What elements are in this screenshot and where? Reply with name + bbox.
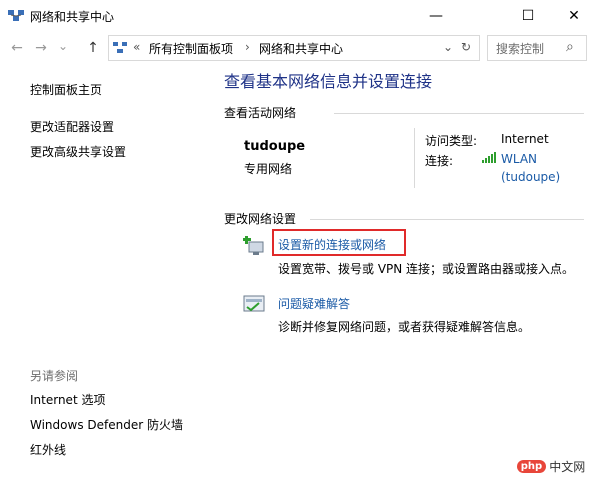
search-icon[interactable]: ⌕	[566, 39, 574, 55]
title-bar: 网络和共享中心 — ☐ ✕	[0, 0, 597, 31]
watermark: php 中文网	[505, 454, 597, 478]
sidebar-item-change-adapter-settings[interactable]: 更改适配器设置	[30, 118, 114, 135]
wifi-signal-icon	[482, 152, 496, 163]
search-input[interactable]: 搜索控制	[496, 40, 544, 57]
minimize-button[interactable]: —	[413, 0, 459, 31]
watermark-text: 中文网	[549, 459, 586, 474]
address-bar[interactable]: « 所有控制面板项 › 网络和共享中心 ⌄ ↻	[108, 35, 480, 61]
troubleshoot-icon	[243, 295, 265, 312]
access-type-label: 访问类型:	[425, 134, 478, 148]
access-type-value: Internet	[501, 132, 549, 146]
network-sharing-center-icon	[113, 42, 127, 53]
window-title: 网络和共享中心	[30, 10, 115, 24]
maximize-button[interactable]: ☐	[505, 0, 551, 31]
search-box[interactable]: 搜索控制 ⌕	[487, 35, 587, 61]
see-also-title: 另请参阅	[30, 369, 79, 383]
recent-locations-dropdown[interactable]: ⌄	[54, 39, 72, 53]
divider	[414, 128, 415, 188]
breadcrumb-all-control-panel-items[interactable]: 所有控制面板项	[149, 40, 233, 57]
breadcrumb-separator: ›	[245, 40, 250, 54]
page-title: 查看基本网络信息并设置连接	[224, 72, 433, 91]
wlan-connection-link-ssid[interactable]: (tudoupe)	[501, 170, 560, 184]
up-button[interactable]: ↑	[84, 40, 102, 56]
sidebar-item-change-advanced-sharing[interactable]: 更改高级共享设置	[30, 143, 126, 160]
close-button[interactable]: ✕	[551, 0, 597, 31]
change-network-settings-label: 更改网络设置	[224, 212, 297, 226]
see-also-windows-defender-firewall[interactable]: Windows Defender 防火墙	[30, 416, 183, 433]
troubleshoot-problems-description: 诊断并修复网络问题，或者获得疑难解答信息。	[278, 320, 531, 334]
address-dropdown-button[interactable]: ⌄	[443, 40, 453, 54]
see-also-internet-options[interactable]: Internet 选项	[30, 391, 105, 408]
setup-connection-icon	[243, 236, 264, 255]
refresh-button[interactable]: ↻	[461, 40, 471, 54]
breadcrumb-network-sharing-center[interactable]: 网络和共享中心	[259, 40, 343, 57]
wlan-connection-link[interactable]: WLAN	[501, 152, 537, 166]
navigation-bar: ← → ⌄ ↑ « 所有控制面板项 › 网络和共享中心 ⌄ ↻ 搜索控制 ⌕	[0, 31, 597, 65]
divider	[310, 219, 584, 220]
network-category: 专用网络	[244, 162, 293, 176]
forward-button[interactable]: →	[32, 40, 50, 56]
network-name: tudoupe	[244, 139, 306, 154]
watermark-badge: php	[516, 459, 547, 473]
setup-new-connection-link[interactable]: 设置新的连接或网络	[278, 236, 386, 253]
divider	[334, 113, 584, 114]
active-networks-label: 查看活动网络	[224, 106, 297, 120]
see-also-infrared[interactable]: 红外线	[30, 441, 66, 458]
network-sharing-center-icon	[8, 10, 24, 21]
breadcrumb-overflow-button[interactable]: «	[133, 40, 140, 54]
back-button[interactable]: ←	[8, 40, 26, 56]
sidebar-item-control-panel-home[interactable]: 控制面板主页	[30, 81, 102, 98]
connections-label: 连接:	[425, 154, 454, 168]
troubleshoot-problems-link[interactable]: 问题疑难解答	[278, 295, 350, 312]
setup-new-connection-description: 设置宽带、拨号或 VPN 连接；或设置路由器或接入点。	[278, 262, 575, 276]
